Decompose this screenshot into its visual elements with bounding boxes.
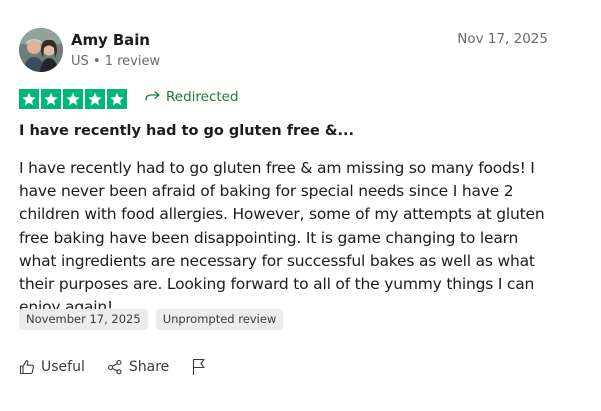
star-icon — [85, 89, 105, 109]
redirected-label: Redirected — [166, 89, 239, 105]
review-actions: Useful Share — [19, 358, 207, 376]
avatar-photo — [19, 28, 63, 72]
reviewer-name[interactable]: Amy Bain — [71, 31, 150, 49]
date-chip: November 17, 2025 — [19, 309, 148, 330]
thumbs-up-icon — [19, 360, 34, 375]
share-label: Share — [128, 359, 170, 375]
share-button[interactable]: Share — [107, 359, 169, 375]
review-type-chip: Unprompted review — [155, 309, 284, 330]
star-icon — [107, 89, 127, 109]
star-rating — [19, 89, 127, 109]
review-body: I have recently had to go gluten free & … — [19, 159, 545, 317]
report-button[interactable] — [191, 358, 207, 376]
redirect-arrow-icon — [145, 91, 160, 101]
redirected-badge[interactable]: Redirected — [145, 89, 239, 105]
avatar[interactable] — [19, 28, 63, 72]
review-tags: November 17, 2025 Unprompted review — [19, 309, 284, 330]
star-icon — [63, 89, 83, 109]
useful-label: Useful — [41, 359, 85, 375]
star-icon — [41, 89, 61, 109]
review-card: Amy Bain US • 1 review Nov 17, 2025 Redi… — [0, 0, 601, 411]
flag-icon — [193, 358, 205, 375]
review-title[interactable]: I have recently had to go gluten free &.… — [19, 123, 354, 139]
star-icon — [19, 89, 39, 109]
share-icon — [107, 359, 122, 375]
reviewer-meta: US • 1 review — [71, 54, 161, 69]
useful-button[interactable]: Useful — [19, 359, 85, 375]
review-date: Nov 17, 2025 — [457, 31, 548, 47]
